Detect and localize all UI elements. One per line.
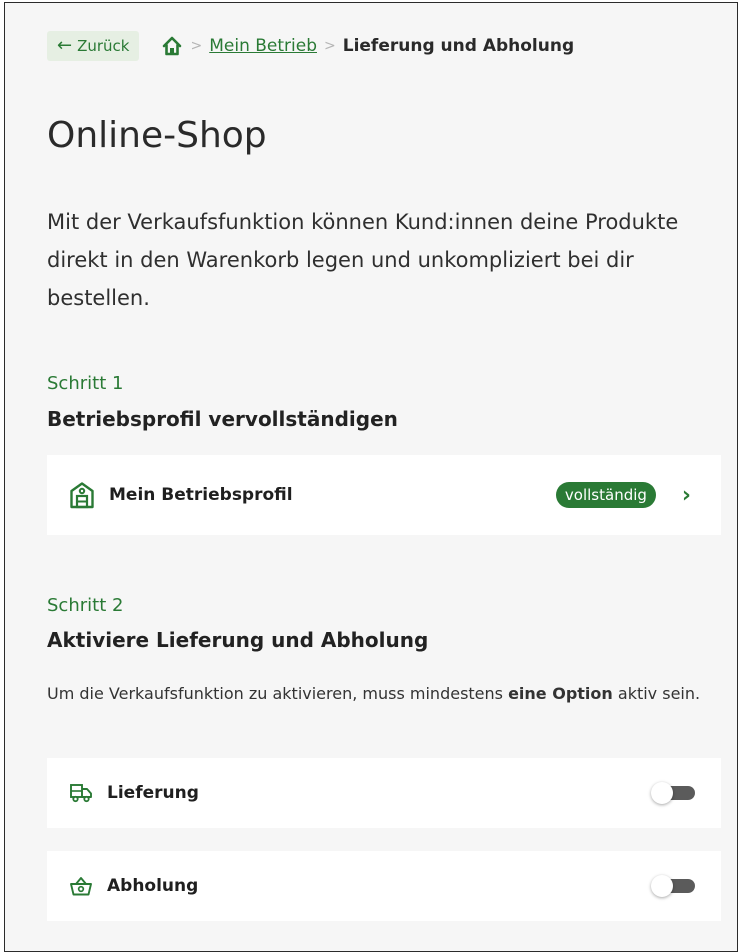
- toggle-knob: [651, 782, 673, 804]
- back-button[interactable]: ← Zurück: [47, 31, 140, 61]
- shopping-basket-icon: [69, 875, 93, 897]
- arrow-left-icon: ←: [57, 35, 73, 56]
- back-button-label: Zurück: [77, 37, 130, 55]
- option-label-abholung: Abholung: [107, 876, 199, 896]
- toggle-abholung[interactable]: [651, 875, 697, 897]
- profile-card[interactable]: Mein Betriebsprofil vollständig ›: [47, 455, 721, 535]
- home-icon[interactable]: [161, 35, 183, 57]
- hint-emphasis: eine Option: [508, 684, 613, 703]
- breadcrumb-link-mein-betrieb[interactable]: Mein Betrieb: [209, 36, 317, 56]
- intro-text: Mit der Verkaufsfunktion können Kund:inn…: [47, 210, 679, 310]
- page-title: Online-Shop: [47, 115, 267, 156]
- activation-hint: Um die Verkaufsfunktion zu aktivieren, m…: [47, 679, 707, 709]
- step-1-label: Schritt 1: [47, 373, 124, 394]
- chevron-right-icon[interactable]: ›: [682, 483, 691, 508]
- hint-suffix: aktiv sein.: [612, 684, 701, 703]
- breadcrumb-separator: >: [190, 38, 203, 54]
- step-2-title: Aktiviere Lieferung und Abholung: [47, 628, 429, 652]
- breadcrumb-current: Lieferung und Abholung: [342, 36, 575, 56]
- toggle-lieferung[interactable]: [651, 782, 697, 804]
- barn-icon: [69, 481, 95, 509]
- breadcrumb: ← Zurück > Mein Betrieb > Lieferung und …: [47, 31, 574, 61]
- option-row-lieferung: Lieferung: [47, 758, 721, 828]
- step-1-title: Betriebsprofil vervollständigen: [47, 407, 398, 431]
- step-2-label: Schritt 2: [47, 595, 124, 616]
- hint-prefix: Um die Verkaufsfunktion zu aktivieren, m…: [47, 684, 509, 703]
- app-frame: ← Zurück > Mein Betrieb > Lieferung und …: [4, 2, 738, 952]
- status-badge: vollständig: [555, 482, 656, 508]
- profile-card-label: Mein Betriebsprofil: [109, 485, 293, 505]
- toggle-knob: [651, 875, 673, 897]
- option-label-lieferung: Lieferung: [107, 783, 199, 803]
- option-row-abholung: Abholung: [47, 851, 721, 921]
- breadcrumb-separator: >: [324, 38, 336, 54]
- delivery-truck-icon: [69, 782, 93, 804]
